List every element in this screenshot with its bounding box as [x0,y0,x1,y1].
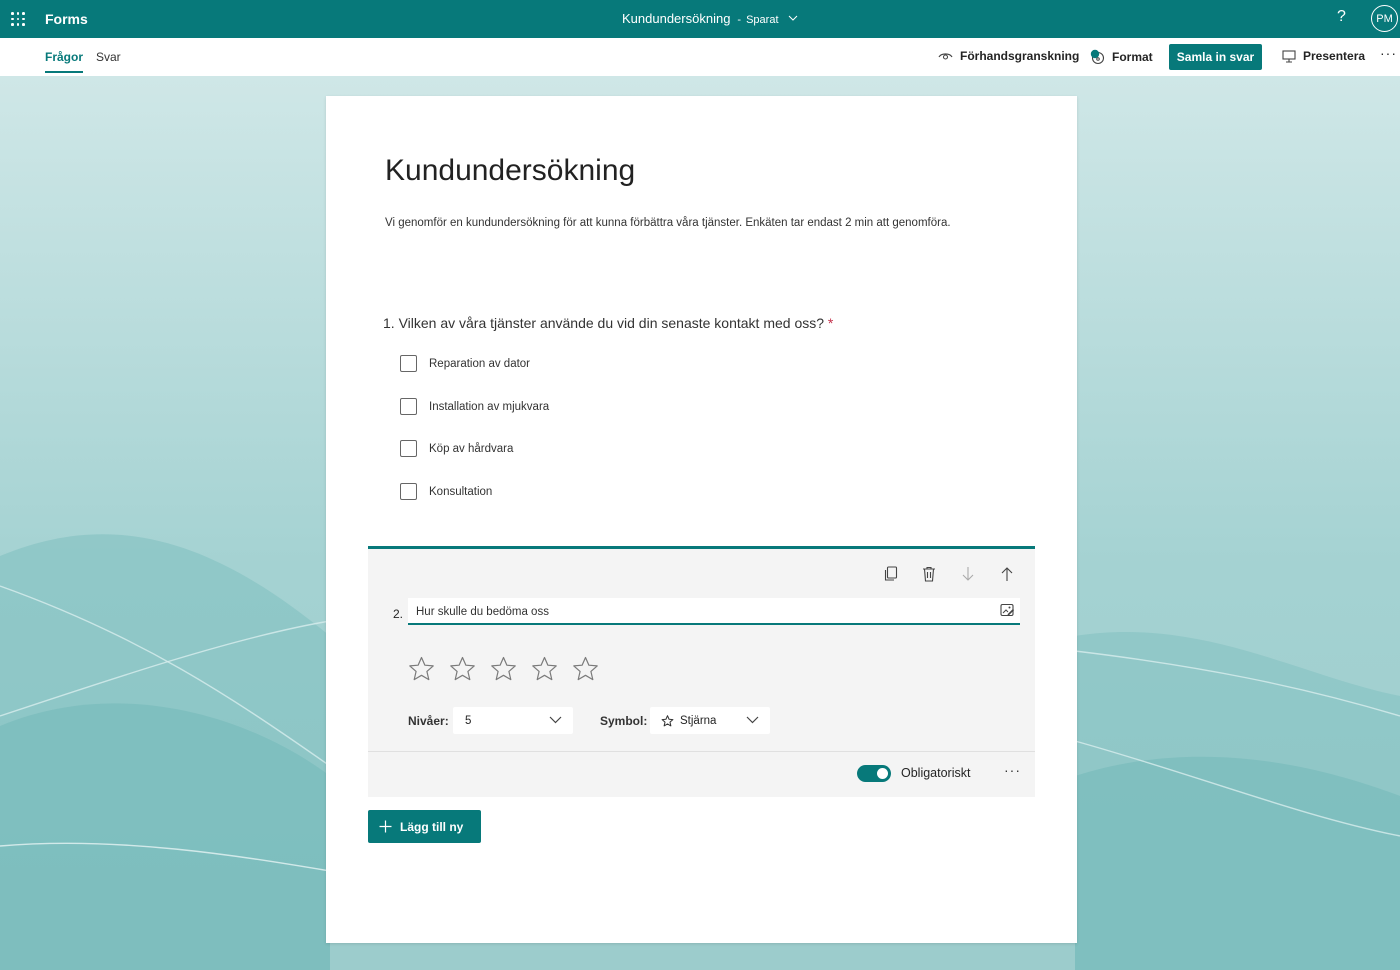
question-footer: Obligatoriskt ··· [368,751,1035,797]
avatar[interactable]: PM [1371,5,1398,32]
toggle-knob [877,768,888,779]
present-button[interactable]: Presentera [1282,49,1365,63]
levels-dropdown[interactable]: 5 [453,707,573,734]
tab-questions[interactable]: Frågor [45,50,84,73]
chevron-down-icon [788,15,798,21]
title-separator: - [737,14,742,26]
question-1-number: 1. [383,315,395,331]
question-more-icon[interactable]: ··· [1004,762,1021,778]
arrow-up-icon[interactable] [1001,566,1013,582]
eye-icon [938,53,953,60]
copy-icon[interactable] [884,566,898,582]
star-icon[interactable] [449,656,476,682]
option-label: Installation av mjukvara [429,400,550,413]
checkbox[interactable] [400,355,417,372]
document-title: Kundundersökning [622,11,731,26]
question-1-title[interactable]: 1. Vilken av våra tjänster använde du vi… [383,315,833,331]
question-2-number: 2. [393,607,404,621]
add-new-label: Lägg till ny [400,819,464,834]
preview-label: Förhandsgranskning [960,49,1080,63]
checkbox[interactable] [400,483,417,500]
symbol-label: Symbol: [600,714,648,728]
form-description[interactable]: Vi genomför en kundundersökning för att … [385,217,951,229]
format-button[interactable]: Format [1089,49,1153,65]
checkbox[interactable] [400,398,417,415]
preview-button[interactable]: Förhandsgranskning [938,49,1079,63]
option-item[interactable]: Konsultation [400,483,492,500]
trash-icon[interactable] [922,566,936,582]
question-2-editor[interactable]: 2. Hur skulle du bedöma oss Nivåer: 5 Sy… [368,546,1035,797]
question-2-text: Hur skulle du bedöma oss [416,606,549,618]
required-toggle[interactable] [857,765,891,782]
help-icon[interactable]: ? [1337,8,1346,26]
required-label: Obligatoriskt [901,766,971,780]
palette-icon [1090,49,1105,65]
checkbox[interactable] [400,440,417,457]
document-title-menu[interactable]: Kundundersökning - Sparat [622,11,798,26]
present-label: Presentera [1303,49,1366,63]
option-label: Konsultation [429,485,493,498]
app-name[interactable]: Forms [45,11,88,27]
option-label: Reparation av dator [429,357,531,370]
chevron-down-icon [549,716,562,724]
tab-responses[interactable]: Svar [96,50,121,64]
save-status: Sparat [746,14,779,26]
levels-label: Nivåer: [408,714,449,728]
star-icon[interactable] [572,656,599,682]
monitor-icon [1282,49,1296,63]
option-item[interactable]: Reparation av dator [400,355,530,372]
image-icon[interactable] [1000,603,1015,617]
symbol-value: Stjärna [680,714,717,727]
collect-responses-button[interactable]: Samla in svar [1169,44,1262,70]
rating-stars [408,656,599,682]
question-1-text: Vilken av våra tjänster använde du vid d… [398,315,825,331]
app-header: Forms Kundundersökning - Sparat ? PM [0,0,1400,38]
star-icon[interactable] [490,656,517,682]
symbol-dropdown[interactable]: Stjärna [650,707,770,734]
format-label: Format [1112,50,1153,64]
required-mark: * [827,315,834,331]
chevron-down-icon [746,716,759,724]
star-icon[interactable] [531,656,558,682]
command-bar: Frågor Svar Förhandsgranskning Format Sa… [0,38,1400,76]
form-title[interactable]: Kundundersökning [385,154,635,188]
arrow-down-icon[interactable] [962,566,974,582]
waffle-icon[interactable] [11,12,25,26]
question-2-title-input[interactable]: Hur skulle du bedöma oss [408,598,1020,625]
option-item[interactable]: Köp av hårdvara [400,440,513,457]
add-new-button[interactable]: Lägg till ny [368,810,481,843]
option-item[interactable]: Installation av mjukvara [400,398,549,415]
star-icon [661,714,674,726]
star-icon[interactable] [408,656,435,682]
levels-value: 5 [465,714,472,727]
more-options-icon[interactable]: ··· [1380,45,1397,61]
form-card: Kundundersökning Vi genomför en kundunde… [326,96,1077,943]
plus-icon [379,820,392,833]
option-label: Köp av hårdvara [429,442,514,455]
